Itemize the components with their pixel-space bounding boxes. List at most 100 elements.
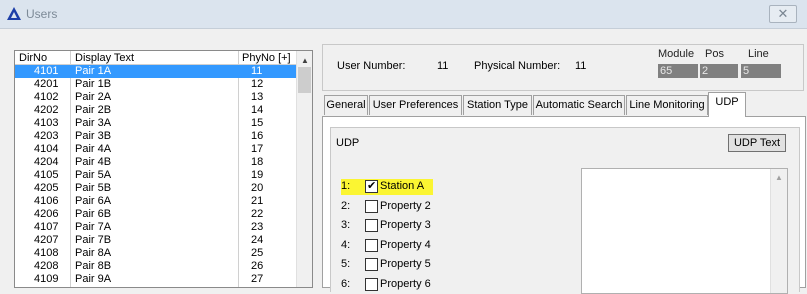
property-label: Property 6 (380, 277, 431, 290)
table-row[interactable]: 4104 Pair 4A 17 (15, 143, 296, 156)
user-list[interactable]: DirNo Display Text PhyNo [+] 4101 Pair 1A… (14, 50, 313, 288)
table-row[interactable]: 4105 Pair 5A 19 (15, 169, 296, 182)
udp-property-1[interactable]: 1: ✔ Station A (341, 179, 433, 195)
table-row[interactable]: 4207 Pair 7B 24 (15, 234, 296, 247)
table-row[interactable]: 4107 Pair 7A 23 (15, 221, 296, 234)
text-area-scrollbar[interactable]: ▲ (770, 169, 787, 293)
display-text-cell: Pair 5A (75, 169, 112, 181)
property-number: 6: (341, 277, 351, 290)
close-button[interactable]: ✕ (769, 5, 797, 23)
property-checkbox[interactable] (365, 258, 378, 271)
title-bar: Users ✕ (0, 0, 807, 29)
chevron-up-icon[interactable]: ▲ (301, 56, 309, 65)
table-row[interactable]: 4201 Pair 1B 12 (15, 78, 296, 91)
pos-value: 2 (700, 64, 738, 78)
tab-user-preferences[interactable]: User Preferences (369, 95, 462, 115)
table-row[interactable]: 4203 Pair 3B 16 (15, 130, 296, 143)
dirno-cell: 4201 (34, 78, 59, 90)
scrollbar-thumb[interactable] (298, 67, 311, 93)
tab-udp[interactable]: UDP (708, 92, 746, 117)
display-text-cell: Pair 1A (75, 65, 112, 77)
table-row[interactable]: 4102 Pair 2A 13 (15, 91, 296, 104)
table-row[interactable]: 4206 Pair 6B 22 (15, 208, 296, 221)
dirno-cell: 4104 (34, 143, 59, 155)
property-label: Station A (380, 180, 425, 192)
app-triangle-icon (7, 7, 21, 20)
table-row[interactable]: 4109 Pair 9A 27 (15, 273, 296, 286)
user-number-value: 11 (437, 60, 449, 72)
phyno-cell: 17 (251, 143, 264, 155)
phyno-cell: 23 (251, 221, 264, 233)
phyno-cell: 16 (251, 130, 264, 142)
display-text-cell: Pair 9A (75, 273, 112, 285)
phyno-cell: 24 (251, 234, 264, 246)
table-row[interactable]: 4106 Pair 6A 21 (15, 195, 296, 208)
table-row[interactable]: 4204 Pair 4B 18 (15, 156, 296, 169)
property-label: Property 4 (380, 238, 431, 251)
property-number: 2: (341, 199, 351, 212)
display-text-cell: Pair 2A (75, 91, 112, 103)
dirno-cell: 4109 (34, 273, 59, 285)
display-text-cell: Pair 8B (75, 260, 112, 272)
tab-line-monitoring[interactable]: Line Monitoring (626, 95, 708, 115)
udp-property-2[interactable]: 2: Property 2 (341, 199, 451, 215)
udp-property-4[interactable]: 4: Property 4 (341, 238, 451, 254)
dirno-cell: 4108 (34, 247, 59, 259)
display-text-cell: Pair 2B (75, 104, 112, 116)
table-row[interactable]: 4208 Pair 8B 26 (15, 260, 296, 273)
dirno-cell: 4202 (34, 104, 59, 116)
property-checkbox[interactable]: ✔ (365, 180, 378, 193)
table-row[interactable]: 4205 Pair 5B 20 (15, 182, 296, 195)
header-phyno[interactable]: PhyNo [+] (242, 52, 291, 64)
tab-station-type[interactable]: Station Type (463, 95, 532, 115)
display-text-cell: Pair 5B (75, 182, 112, 194)
dirno-cell: 4105 (34, 169, 59, 181)
dirno-cell: 4205 (34, 182, 59, 194)
udp-text-area[interactable]: ▲ (581, 168, 788, 294)
property-checkbox[interactable] (365, 199, 378, 213)
line-label: Line (748, 48, 769, 60)
table-row[interactable]: 4103 Pair 3A 15 (15, 117, 296, 130)
header-display-text[interactable]: Display Text (75, 52, 134, 64)
chevron-up-icon[interactable]: ▲ (775, 173, 783, 182)
udp-text-button[interactable]: UDP Text (728, 134, 786, 152)
list-scrollbar[interactable]: ▲ (296, 51, 312, 287)
phyno-cell: 25 (251, 247, 264, 259)
tab-general[interactable]: General (324, 95, 368, 115)
user-info-panel: User Number: 11 Physical Number: 11 Modu… (322, 44, 804, 91)
property-number: 3: (341, 219, 351, 231)
table-row[interactable]: 4108 Pair 8A 25 (15, 247, 296, 260)
table-row[interactable]: 4202 Pair 2B 14 (15, 104, 296, 117)
dirno-cell: 4107 (34, 221, 59, 233)
phyno-cell: 13 (251, 91, 264, 103)
display-text-cell: Pair 1B (75, 78, 112, 90)
udp-tab-panel: UDP UDP Text 1: ✔ Station A 2: Property 2 3: P… (322, 116, 806, 294)
udp-property-3[interactable]: 3: Property 3 (341, 218, 451, 234)
table-row[interactable]: 4101 Pair 1A 11 (15, 65, 296, 78)
display-text-cell: Pair 3A (75, 117, 112, 129)
dirno-cell: 4204 (34, 156, 59, 168)
property-number: 5: (341, 258, 351, 270)
udp-group: UDP UDP Text 1: ✔ Station A 2: Property 2 3: P… (330, 127, 800, 294)
module-value: 65 (658, 64, 698, 78)
header-dirno[interactable]: DirNo (19, 52, 47, 64)
phyno-cell: 18 (251, 156, 264, 168)
dirno-cell: 4208 (34, 260, 59, 272)
dirno-cell: 4206 (34, 208, 59, 220)
phyno-cell: 12 (251, 78, 264, 90)
dirno-cell: 4106 (34, 195, 59, 207)
udp-property-6[interactable]: 6: Property 6 (341, 277, 451, 293)
tab-automatic-search[interactable]: Automatic Search (533, 95, 625, 115)
dirno-cell: 4102 (34, 91, 59, 103)
display-text-cell: Pair 7A (75, 221, 112, 233)
phyno-cell: 19 (251, 169, 264, 181)
display-text-cell: Pair 4A (75, 143, 112, 155)
property-checkbox[interactable] (365, 219, 378, 232)
udp-property-5[interactable]: 5: Property 5 (341, 257, 451, 273)
list-header: DirNo Display Text PhyNo [+] (15, 51, 296, 287)
phyno-cell: 14 (251, 104, 264, 116)
user-number-label: User Number: (337, 60, 406, 72)
property-checkbox[interactable] (365, 238, 378, 252)
phyno-cell: 21 (251, 195, 264, 207)
property-checkbox[interactable] (365, 277, 378, 291)
